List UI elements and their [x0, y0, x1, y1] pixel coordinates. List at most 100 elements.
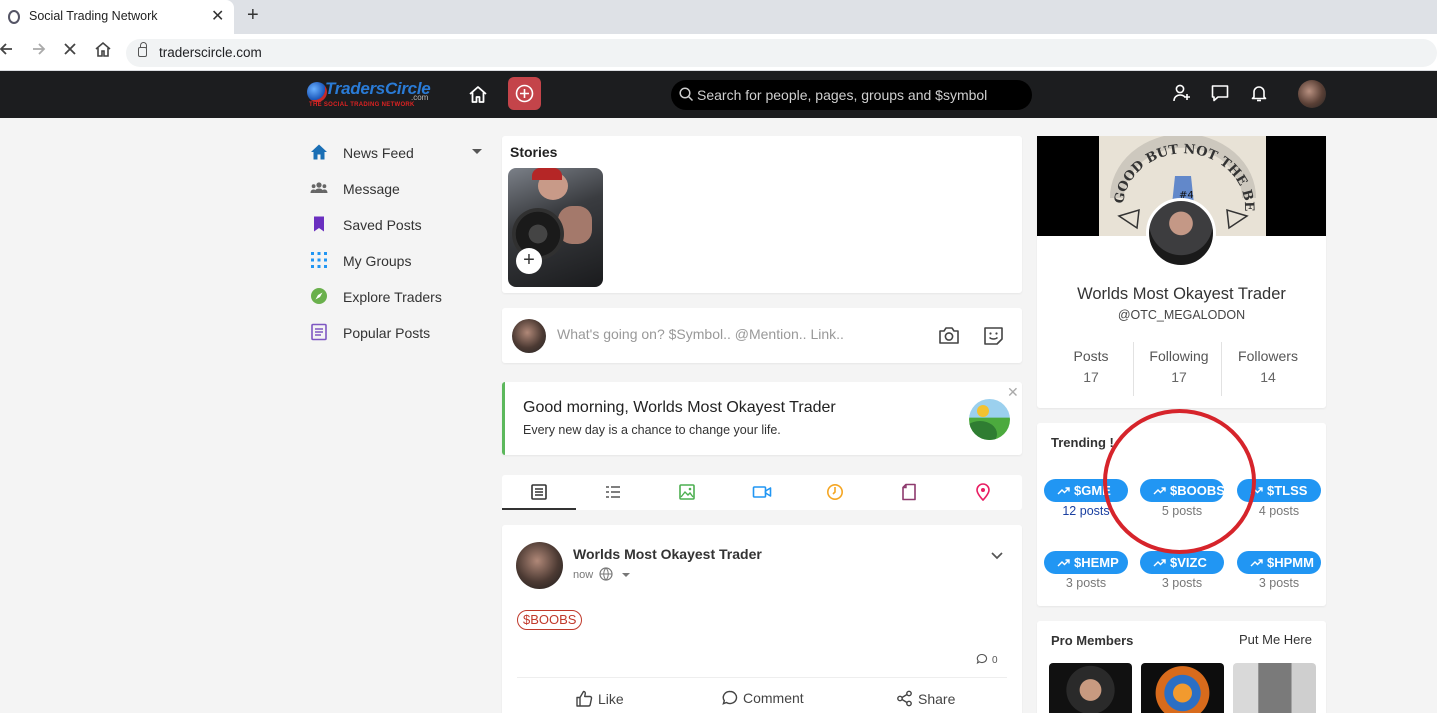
tab-text-posts[interactable]	[576, 475, 650, 510]
image-icon	[679, 484, 695, 500]
users-icon	[310, 182, 328, 193]
trending-chip[interactable]: $HEMP	[1044, 551, 1128, 574]
stat-followers[interactable]: Followers 14	[1224, 348, 1312, 385]
put-me-here-link[interactable]: Put Me Here	[1239, 632, 1312, 647]
create-post-button[interactable]	[508, 77, 541, 110]
document-icon	[311, 323, 327, 341]
stories-title: Stories	[510, 144, 558, 160]
visibility-caret-icon[interactable]	[622, 573, 630, 577]
sidebar-item-explore-traders[interactable]: Explore Traders	[305, 280, 490, 310]
composer-avatar	[512, 319, 546, 353]
sidebar-item-my-groups[interactable]: My Groups	[305, 244, 490, 274]
greeting-title: Good morning, Worlds Most Okayest Trader	[523, 399, 836, 416]
sidebar-item-popular-posts[interactable]: Popular Posts	[305, 316, 490, 346]
globe-icon	[599, 567, 613, 581]
trending-chip[interactable]: $TLSS	[1237, 479, 1321, 502]
sidebar-item-label: Message	[343, 181, 400, 197]
trending-up-icon	[1057, 487, 1070, 495]
stat-following[interactable]: Following 17	[1135, 348, 1223, 385]
add-friend-icon[interactable]	[1172, 83, 1192, 108]
tab-title: Social Trading Network	[29, 9, 158, 23]
comment-bubble-icon	[976, 653, 988, 665]
messages-icon[interactable]	[1210, 83, 1230, 108]
comment-count-value: 0	[992, 655, 998, 666]
tab-file-posts[interactable]	[872, 475, 946, 510]
notifications-icon[interactable]	[1249, 83, 1269, 108]
pro-member-thumbnail[interactable]	[1233, 663, 1316, 713]
user-avatar[interactable]	[1298, 80, 1326, 108]
trending-chip[interactable]: $BOOBS	[1140, 479, 1225, 502]
music-disc-icon	[827, 484, 843, 500]
address-bar[interactable]: traderscircle.com	[126, 39, 1437, 67]
tab-all-posts[interactable]	[502, 475, 576, 510]
pro-member-thumbnail[interactable]	[1049, 663, 1132, 713]
list-icon	[606, 486, 620, 498]
plus-circle-icon	[515, 84, 534, 103]
logo-globe-icon	[307, 82, 327, 102]
tab-video-posts[interactable]	[724, 475, 798, 510]
tab-close-icon[interactable]: ✕	[211, 6, 224, 26]
share-button[interactable]: Share	[896, 690, 955, 707]
trending-chip[interactable]: $HPMM	[1237, 551, 1321, 574]
emoji-sticker-icon[interactable]	[983, 326, 1004, 351]
sidebar-item-news-feed[interactable]: News Feed	[305, 136, 490, 166]
post-options-chevron-icon[interactable]	[990, 548, 1004, 566]
tab-location-posts[interactable]	[946, 475, 1020, 510]
post-symbol-tag[interactable]: $BOOBS	[517, 610, 583, 630]
comment-button[interactable]: Comment	[722, 690, 804, 706]
profile-avatar[interactable]	[1146, 198, 1216, 268]
comment-count[interactable]: 0	[976, 653, 998, 666]
story-thumbnail[interactable]: +	[508, 168, 603, 287]
like-button[interactable]: Like	[575, 690, 624, 707]
tab-photo-posts[interactable]	[650, 475, 724, 510]
pro-member-thumbnail[interactable]	[1141, 663, 1224, 713]
close-icon[interactable]: ✕	[1007, 384, 1019, 401]
stat-value: 17	[1171, 369, 1187, 385]
post-card: Worlds Most Okayest Trader now $BOOBS 0 …	[502, 525, 1022, 713]
tab-audio-posts[interactable]	[798, 475, 872, 510]
trending-count: 3 posts	[1258, 576, 1300, 590]
trending-chip[interactable]: $VIZC	[1140, 551, 1224, 574]
post-timestamp[interactable]: now	[573, 569, 593, 581]
sidebar-item-label: Saved Posts	[343, 217, 422, 233]
sidebar-item-saved-posts[interactable]: Saved Posts	[305, 208, 490, 238]
stat-label: Followers	[1238, 348, 1298, 364]
browser-home-icon[interactable]	[94, 41, 112, 62]
home-icon[interactable]	[468, 85, 488, 109]
greeting-card: Good morning, Worlds Most Okayest Trader…	[502, 382, 1022, 455]
logo-com: .com	[411, 93, 429, 102]
stop-loading-icon[interactable]	[62, 41, 78, 62]
site-logo[interactable]: TradersCircle .com THE SOCIAL TRADING NE…	[305, 76, 435, 112]
chevron-down-icon[interactable]	[472, 149, 482, 154]
share-icon	[897, 690, 912, 707]
post-author-avatar[interactable]	[516, 542, 563, 589]
comment-label: Comment	[743, 690, 804, 706]
add-story-button[interactable]: +	[516, 248, 542, 274]
sidebar-item-message[interactable]: Message	[305, 172, 490, 202]
post-author-name[interactable]: Worlds Most Okayest Trader	[573, 546, 762, 562]
comment-icon	[722, 690, 738, 705]
story-cap	[532, 168, 562, 180]
camera-icon[interactable]	[938, 326, 960, 350]
new-tab-icon[interactable]: +	[247, 4, 259, 27]
trending-count: 3 posts	[1065, 576, 1107, 590]
stat-value: 14	[1260, 369, 1276, 385]
search-input[interactable]	[697, 84, 1017, 106]
pro-members-title: Pro Members	[1051, 633, 1134, 648]
sidebar-item-label: News Feed	[343, 145, 414, 161]
profile-name[interactable]: Worlds Most Okayest Trader	[1037, 285, 1326, 304]
browser-toolbar: traderscircle.com	[0, 34, 1437, 71]
back-icon[interactable]	[0, 41, 14, 62]
forward-icon[interactable]	[31, 41, 47, 62]
site-header: TradersCircle .com THE SOCIAL TRADING NE…	[0, 71, 1437, 118]
stat-posts[interactable]: Posts 17	[1047, 348, 1135, 385]
compass-icon	[311, 288, 327, 304]
trending-card: Trending ! $GME 12 posts $BOOBS 5 posts …	[1037, 423, 1326, 606]
stories-card: Stories +	[502, 136, 1022, 293]
browser-tab-bar: Social Trading Network ✕ +	[0, 0, 1437, 34]
divider	[1221, 342, 1222, 396]
video-icon	[752, 486, 772, 498]
browser-tab[interactable]: Social Trading Network ✕	[0, 0, 234, 34]
trending-chip[interactable]: $GME	[1044, 479, 1128, 502]
composer-input[interactable]: What's going on? $Symbol.. @Mention.. Li…	[557, 326, 844, 342]
